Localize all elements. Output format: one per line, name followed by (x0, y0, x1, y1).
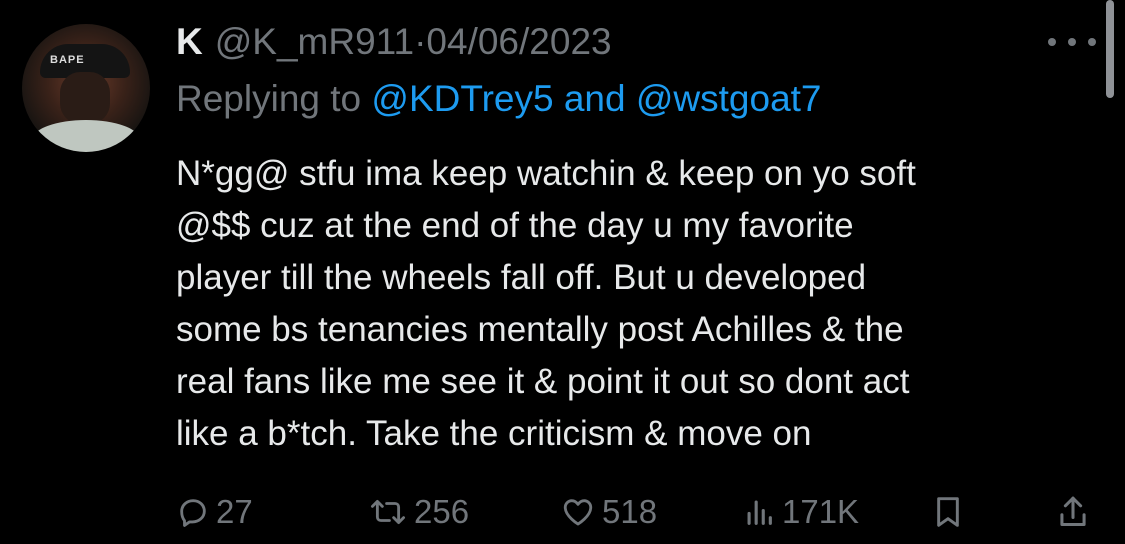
reply-user-link-1[interactable]: @KDTrey5 (371, 78, 553, 119)
views-count: 171K (782, 493, 860, 530)
tweet-body-line: N*gg@ stfu ima keep watchin & keep on yo… (176, 154, 916, 193)
user-handle[interactable]: @K_mR911 (215, 21, 414, 63)
retweet-count: 256 (414, 493, 470, 530)
avatar-shirt (32, 120, 140, 152)
retweet-button[interactable]: 256 (368, 490, 469, 534)
share-button[interactable] (1056, 490, 1090, 534)
like-button[interactable]: 518 (560, 490, 657, 534)
avatar[interactable]: BAPE (22, 24, 150, 152)
header-separator: · (414, 21, 427, 62)
heart-icon (563, 499, 593, 526)
bookmark-icon (937, 497, 959, 527)
more-icon[interactable] (1048, 28, 1096, 56)
replying-to: Replying to @KDTrey5 and @wstgoat7 (176, 78, 822, 120)
bookmark-button[interactable] (932, 490, 964, 534)
replying-to-label: Replying to (176, 78, 362, 119)
reply-count: 27 (216, 493, 253, 530)
tweet-body-line: like a b*tch. Take the criticism & move … (176, 414, 812, 453)
reply-and-text: and (563, 78, 626, 119)
tweet-header: K @K_mR911 · 04/06/2023 (176, 20, 612, 64)
views-icon (747, 500, 772, 525)
tweet-body-line: real fans like me see it & point it out … (176, 362, 910, 401)
retweet-icon (371, 499, 406, 525)
avatar-cap-logo: BAPE (50, 54, 85, 66)
tweet-date[interactable]: 04/06/2023 (426, 21, 611, 63)
tweet-body-line: player till the wheels fall off. But u d… (176, 258, 867, 297)
tweet-body-line: @$$ cuz at the end of the day u my favor… (176, 206, 854, 245)
tweet-actions: 27 256 518 171K (176, 490, 1096, 534)
tweet-body: N*gg@ stfu ima keep watchin & keep on yo… (176, 148, 1096, 460)
reply-button[interactable]: 27 (176, 490, 253, 534)
display-name[interactable]: K (176, 21, 203, 63)
reply-icon (180, 499, 206, 527)
views-button[interactable]: 171K (742, 490, 859, 534)
scrollbar[interactable] (1106, 0, 1114, 98)
reply-user-link-2[interactable]: @wstgoat7 (636, 78, 822, 119)
tweet-body-line: some bs tenancies mentally post Achilles… (176, 310, 904, 349)
share-icon (1060, 496, 1086, 526)
like-count: 518 (602, 493, 658, 530)
avatar-face (60, 72, 110, 124)
